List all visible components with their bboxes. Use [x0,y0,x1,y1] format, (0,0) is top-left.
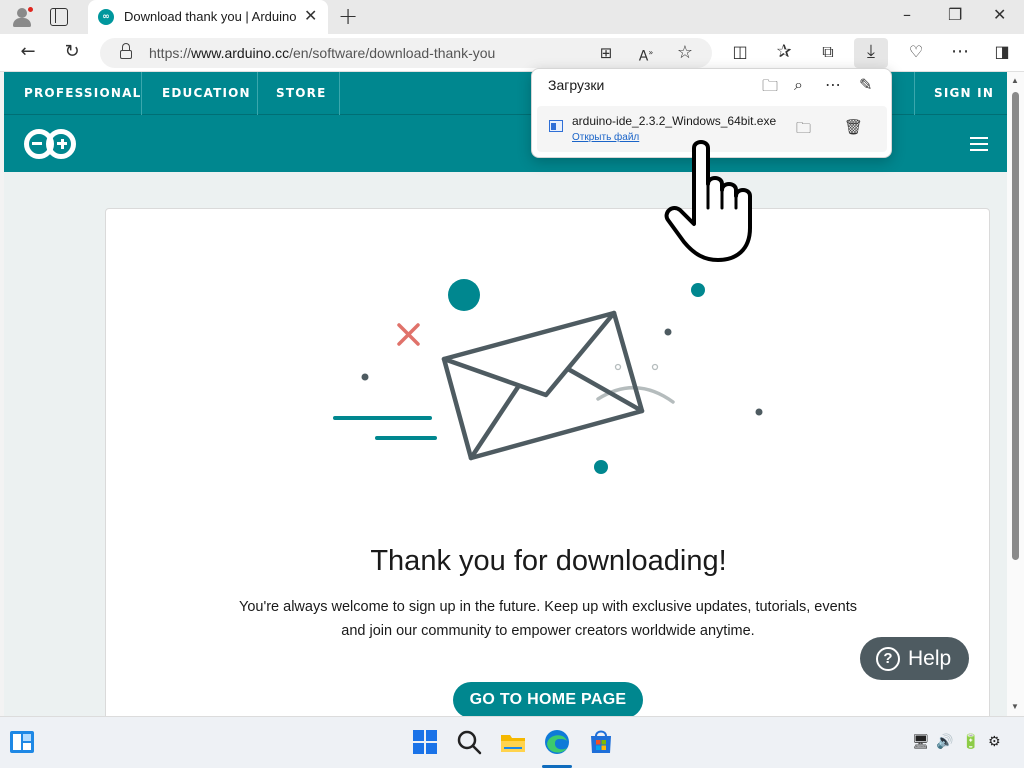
file-explorer-icon[interactable] [500,729,526,755]
open-file-link[interactable]: Открыть файл [572,132,639,143]
windows-taskbar: 🖥 🔊 🔋 ⚙ [0,716,1024,768]
refresh-icon[interactable]: ↻ [60,40,84,64]
downloads-more-icon[interactable]: ⋯ [825,75,841,94]
profile-icon[interactable] [10,5,34,29]
sidebar-icon[interactable]: ◨ [990,40,1014,64]
microsoft-store-icon[interactable] [588,729,614,755]
nav-link-education[interactable]: EDUCATION [162,72,251,115]
page-scrollbar[interactable]: ▲ ▼ [1007,72,1024,716]
window-close-icon[interactable]: ✕ [993,5,1006,24]
collections-icon[interactable]: ⧉ [816,40,840,64]
tab-close-icon[interactable]: ✕ [304,6,317,25]
edge-browser-icon[interactable] [544,729,570,755]
scroll-thumb[interactable] [1012,92,1019,560]
thank-you-card: Thank you for downloading! You're always… [105,208,990,716]
volume-icon[interactable]: 🔊 [936,734,953,750]
download-file-name: arduino-ide_2.3.2_Windows_64bit.exe [572,114,777,128]
widgets-icon[interactable] [9,730,35,754]
arduino-logo[interactable] [24,129,76,159]
browser-toolbar: ← ↻ https://www.arduino.cc/en/software/d… [0,34,1024,72]
read-aloud-icon[interactable]: A» [634,41,658,65]
browser-essentials-icon[interactable]: ♡ [904,40,928,64]
web-page: PROFESSIONAL EDUCATION STORE SIGN IN Tha… [4,72,1007,716]
minimize-icon[interactable]: – [903,5,911,24]
help-button[interactable]: ? Help [860,637,969,680]
hand-cursor-icon [664,140,752,262]
windows-start-icon[interactable] [412,729,438,755]
exe-file-icon [549,120,563,132]
restore-icon[interactable]: ❐ [948,5,962,24]
network-icon[interactable]: 🖥 [912,734,930,750]
favorite-star-icon[interactable]: ☆ [673,41,697,65]
scroll-down-icon[interactable]: ▼ [1011,702,1019,711]
tab-active[interactable]: ∞ Download thank you | Arduino ✕ [88,0,328,34]
tab-title: Download thank you | Arduino [124,9,297,24]
envelope-illustration [333,279,763,474]
notification-dot [27,6,34,13]
delete-icon[interactable]: 🗑 [844,118,863,136]
sign-in-link[interactable]: SIGN IN [934,72,994,115]
split-screen-icon[interactable]: ◫ [728,40,752,64]
new-tab-icon[interactable]: + [338,2,358,30]
arduino-favicon-icon: ∞ [98,9,114,25]
search-icon[interactable] [456,729,482,755]
tab-actions-icon[interactable] [50,8,68,26]
battery-icon[interactable]: 🔋 [962,734,979,750]
lock-icon[interactable] [120,43,132,59]
hamburger-menu-icon[interactable] [970,137,988,151]
address-bar[interactable]: https://www.arduino.cc/en/software/downl… [100,38,712,68]
downloads-title: Загрузки [548,77,605,93]
show-in-folder-icon[interactable]: 🗀 [796,118,811,143]
more-menu-icon[interactable]: ⋯ [948,40,972,64]
help-label: Help [908,647,952,670]
tab-strip: ∞ Download thank you | Arduino ✕ + – ❐ ✕ [0,0,1024,34]
search-downloads-icon[interactable]: ⌕ [794,75,803,95]
url-text[interactable]: https://www.arduino.cc/en/software/downl… [149,45,495,61]
thank-you-heading: Thank you for downloading! [370,545,727,577]
nav-link-store[interactable]: STORE [276,72,326,115]
scroll-up-icon[interactable]: ▲ [1011,76,1019,85]
back-icon[interactable]: ← [16,40,40,64]
app-available-icon[interactable]: ⊞ [594,41,618,65]
open-downloads-folder-icon[interactable]: 🗀 [762,75,778,102]
thank-you-text: You're always welcome to sign up in the … [238,599,858,639]
nav-link-professional[interactable]: PROFESSIONAL [24,72,141,115]
settings-gear-icon[interactable]: ⚙ [988,734,1001,750]
go-to-home-page-button[interactable]: GO TO HOME PAGE [453,682,643,716]
question-icon: ? [876,647,900,671]
pin-icon[interactable]: ✎ [859,75,872,94]
favorites-icon[interactable]: ✰ [772,40,796,64]
download-icon[interactable]: ⤓ [859,40,883,64]
